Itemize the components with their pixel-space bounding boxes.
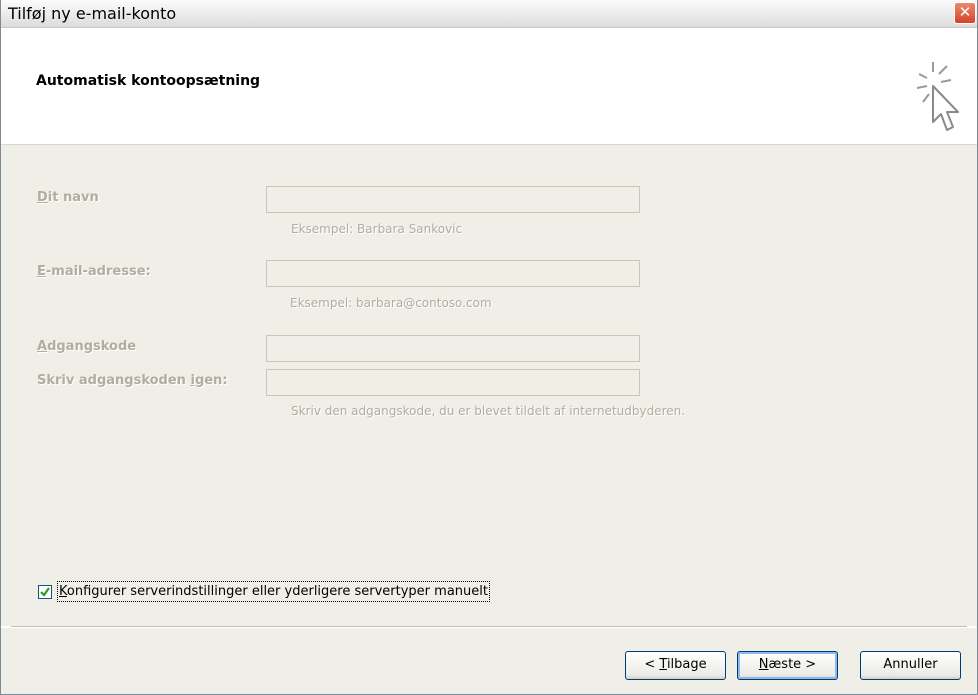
name-hint: Eksempel: Barbara Sankovic [291, 222, 463, 236]
wizard-cursor-icon [916, 62, 959, 131]
manual-config-checkbox[interactable] [38, 585, 52, 599]
password-confirm-field[interactable] [266, 369, 640, 396]
email-hint: Eksempel: barbara@contoso.com [290, 296, 492, 310]
next-button[interactable]: Næste > [737, 651, 838, 680]
checkmark-icon [40, 587, 50, 597]
wizard-header: Automatisk kontoopsætning [1, 28, 977, 145]
password-field[interactable] [266, 335, 640, 362]
close-button[interactable]: ✕ [954, 2, 976, 24]
cancel-button[interactable]: Annuller [860, 651, 961, 680]
page-title: Automatisk kontoopsætning [36, 73, 261, 89]
password-label: Adgangskode [37, 339, 137, 354]
window-title: Tilføj ny e-mail-konto [8, 4, 177, 23]
name-label: Dit navn [37, 190, 99, 205]
password-confirm-label: Skriv adgangskoden igen: [37, 373, 228, 388]
add-email-account-dialog: Tilføj ny e-mail-konto ✕ Automatisk kont… [0, 0, 978, 695]
title-bar[interactable]: Tilføj ny e-mail-konto ✕ [1, 0, 977, 28]
back-button[interactable]: < Tilbage [625, 651, 726, 680]
email-field[interactable] [266, 260, 640, 287]
manual-config-label[interactable]: Konfigurer serverindstillinger eller yde… [57, 581, 490, 602]
password-hint: Skriv den adgangskode, du er blevet tild… [291, 404, 686, 418]
close-icon: ✕ [958, 3, 972, 21]
name-field[interactable] [266, 186, 640, 213]
email-label: E-mail-adresse: [37, 264, 151, 279]
